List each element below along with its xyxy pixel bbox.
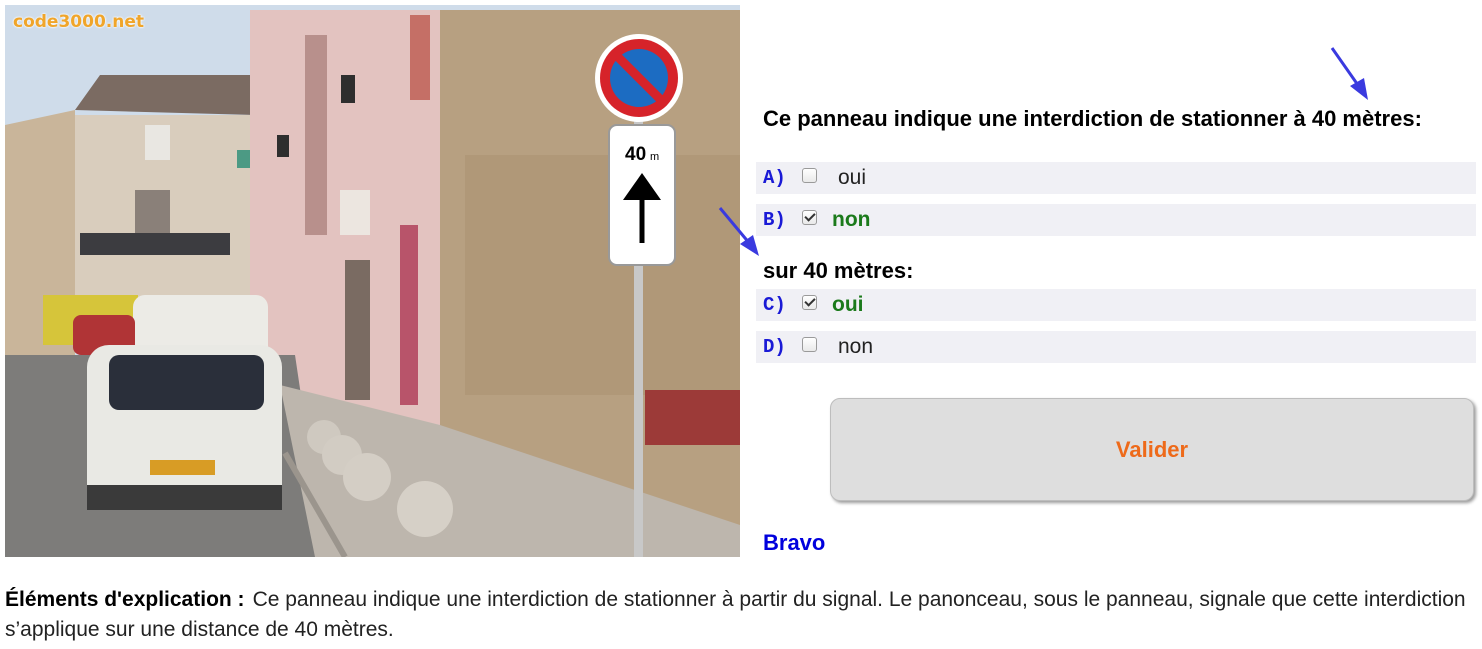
explanation-label: Éléments d'explication : (5, 588, 245, 611)
answer-row-d[interactable]: D) non (756, 331, 1476, 363)
site-watermark: code3000.net (13, 12, 144, 32)
answer-checkbox-b[interactable] (802, 209, 817, 225)
question-photo: 40 m code3000.net (5, 5, 740, 557)
result-message: Bravo (763, 530, 826, 555)
answer-row-c[interactable]: C) oui (756, 289, 1476, 321)
sub-question: sur 40 mètres: (763, 258, 914, 283)
answer-letter: B) (763, 209, 786, 231)
answer-text: oui (838, 166, 867, 189)
answer-checkbox-c[interactable] (802, 294, 817, 310)
question-title: Ce panneau indique une interdiction de s… (763, 106, 1422, 131)
answer-letter: C) (763, 294, 786, 316)
answer-checkbox-d[interactable] (802, 336, 817, 352)
answer-checkbox-a[interactable] (802, 167, 817, 183)
answer-row-a[interactable]: A) oui (756, 162, 1476, 194)
answer-text: non (838, 335, 874, 358)
answer-letter: D) (763, 336, 786, 358)
sign-panel-distance: 40 (625, 144, 646, 165)
pointer-arrow-icon (1330, 47, 1368, 100)
pointer-arrow-icon (718, 207, 759, 256)
answer-text: non (832, 208, 871, 231)
answer-text: oui (832, 293, 864, 316)
answer-letter: A) (763, 167, 786, 189)
explanation: Éléments d'explication : Ce panneau indiq… (5, 585, 1475, 645)
street-scene-image: 40 m (5, 5, 740, 557)
sign-panel-unit: m (650, 151, 659, 163)
answer-row-b[interactable]: B) non (756, 204, 1476, 236)
valider-button[interactable]: Valider (830, 398, 1474, 501)
